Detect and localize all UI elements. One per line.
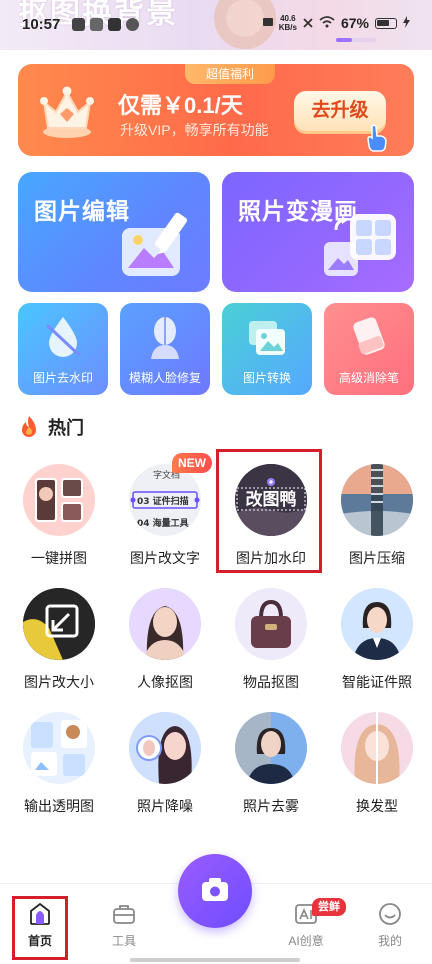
- selected-feature-highlight: [216, 449, 322, 573]
- transparent-thumbnail: [23, 712, 95, 784]
- eraser-icon: [353, 317, 385, 355]
- object-cutout-thumbnail: [235, 588, 307, 660]
- fire-icon: [22, 416, 36, 437]
- feature-collage-label: 一键拼图: [31, 550, 87, 566]
- dehaze-thumbnail: [235, 712, 307, 784]
- pointing-hand-icon: [367, 124, 387, 152]
- network-speed: 40.6 KB/s: [279, 14, 297, 32]
- new-badge: NEW: [172, 453, 212, 473]
- feature-hairstyle-label: 换发型: [356, 798, 398, 814]
- feature-resize[interactable]: 图片改大小: [8, 588, 108, 708]
- nav-mine-label: 我的: [377, 934, 402, 948]
- camera-button[interactable]: [178, 854, 252, 928]
- camera-icon: [202, 878, 228, 901]
- banner-page-indicator: [336, 38, 376, 42]
- top-banner: 抠图换背景 10:57 40.6 KB/s 67%: [0, 0, 432, 50]
- app-notification-icon: [108, 18, 121, 31]
- face-restore-label: 模糊人脸修复: [128, 371, 201, 385]
- eraser-pen-label: 高级消除笔: [338, 371, 399, 385]
- remove-watermark-tile[interactable]: 图片去水印: [18, 303, 108, 395]
- app-notification-icon: [90, 18, 103, 31]
- photo-to-comic-card[interactable]: 照片变漫画: [222, 172, 414, 292]
- eraser-pen-tile[interactable]: 高级消除笔: [324, 303, 414, 395]
- feature-denoise[interactable]: 照片降噪: [114, 712, 214, 832]
- image-edit-card[interactable]: 图片编辑: [18, 172, 210, 292]
- ai-new-badge: 尝鲜: [312, 898, 346, 916]
- face-profile-icon: [151, 317, 179, 359]
- denoise-thumbnail: [129, 712, 201, 784]
- app-notification-icon: [72, 18, 85, 31]
- feature-object-cutout[interactable]: 物品抠图: [220, 588, 320, 708]
- crown-icon: [40, 86, 94, 138]
- nav-ai-label: AI创意: [288, 934, 324, 948]
- feature-collage[interactable]: 一键拼图: [8, 464, 108, 584]
- feature-id-photo[interactable]: 智能证件照: [326, 588, 426, 708]
- home-nav-highlight: [12, 896, 68, 960]
- feature-denoise-label: 照片降噪: [137, 798, 193, 814]
- feature-hairstyle[interactable]: 换发型: [326, 712, 426, 832]
- vip-subtitle: 升级VIP，畅享所有功能: [120, 122, 269, 138]
- app-notification-icon: [126, 18, 139, 31]
- nav-tools-label: 工具: [111, 934, 136, 948]
- vip-price-title: 仅需￥0.1/天: [118, 93, 243, 118]
- id-photo-thumbnail: [341, 588, 413, 660]
- doc-line2-text: 04 海量工具: [137, 517, 189, 529]
- vip-upgrade-card[interactable]: 超值福利 仅需￥0.1/天 升级VIP，畅享所有功能 去升级: [18, 64, 414, 156]
- resize-thumbnail: [23, 588, 95, 660]
- image-convert-icon: [249, 321, 285, 355]
- photo-to-comic-icon: [324, 214, 396, 276]
- feature-edit-text[interactable]: 字文档 03 证件扫描 04 海量工具 图片改文字: [114, 464, 214, 584]
- hairstyle-thumbnail: [341, 712, 413, 784]
- speed-value: 40.6: [280, 14, 296, 23]
- water-drop-icon: [45, 317, 81, 357]
- status-bar: 10:57 40.6 KB/s 67%: [0, 14, 432, 36]
- close-icon: [303, 15, 313, 31]
- hot-section-header: 热门: [18, 414, 84, 440]
- nav-tools[interactable]: 工具: [94, 902, 154, 949]
- feature-transparent-label: 输出透明图: [24, 798, 94, 814]
- signal-icon: [262, 15, 273, 31]
- feature-dehaze[interactable]: 照片去雾: [220, 712, 320, 832]
- vip-tag: 超值福利: [185, 64, 275, 84]
- feature-portrait-cutout[interactable]: 人像抠图: [114, 588, 214, 708]
- doc-line1-text: 03 证件扫描: [137, 495, 189, 507]
- image-edit-label: 图片编辑: [34, 198, 130, 224]
- battery-percent: 67%: [340, 15, 369, 31]
- feature-compress-label: 图片压缩: [349, 550, 405, 566]
- status-right: 40.6 KB/s 67%: [262, 14, 410, 32]
- feature-resize-label: 图片改大小: [24, 674, 94, 690]
- smiley-face-icon: [379, 903, 401, 925]
- status-time: 10:57: [22, 16, 61, 33]
- remove-watermark-label: 图片去水印: [32, 371, 93, 385]
- portrait-cutout-thumbnail: [129, 588, 201, 660]
- feature-id-photo-label: 智能证件照: [342, 674, 412, 690]
- wifi-icon: [319, 15, 335, 31]
- compress-thumbnail: [341, 464, 413, 536]
- home-indicator: [130, 958, 300, 962]
- image-convert-tile[interactable]: 图片转换: [222, 303, 312, 395]
- charging-icon: [403, 15, 410, 31]
- image-convert-label: 图片转换: [242, 371, 291, 385]
- toolbox-icon: [113, 905, 135, 924]
- feature-dehaze-label: 照片去雾: [243, 798, 299, 814]
- nav-mine[interactable]: 我的: [360, 902, 420, 949]
- speed-unit: KB/s: [278, 23, 297, 32]
- feature-object-cutout-label: 物品抠图: [243, 674, 299, 690]
- face-restore-tile[interactable]: 模糊人脸修复: [120, 303, 210, 395]
- image-edit-icon: [122, 212, 188, 276]
- feature-transparent[interactable]: 输出透明图: [8, 712, 108, 832]
- feature-portrait-cutout-label: 人像抠图: [137, 674, 193, 690]
- feature-edit-text-label: 图片改文字: [130, 550, 200, 566]
- collage-thumbnail: [23, 464, 95, 536]
- hot-title: 热门: [48, 418, 84, 438]
- battery-icon: [375, 17, 397, 29]
- feature-compress[interactable]: 图片压缩: [326, 464, 426, 584]
- edit-text-thumbnail: 字文档 03 证件扫描 04 海量工具: [129, 464, 201, 536]
